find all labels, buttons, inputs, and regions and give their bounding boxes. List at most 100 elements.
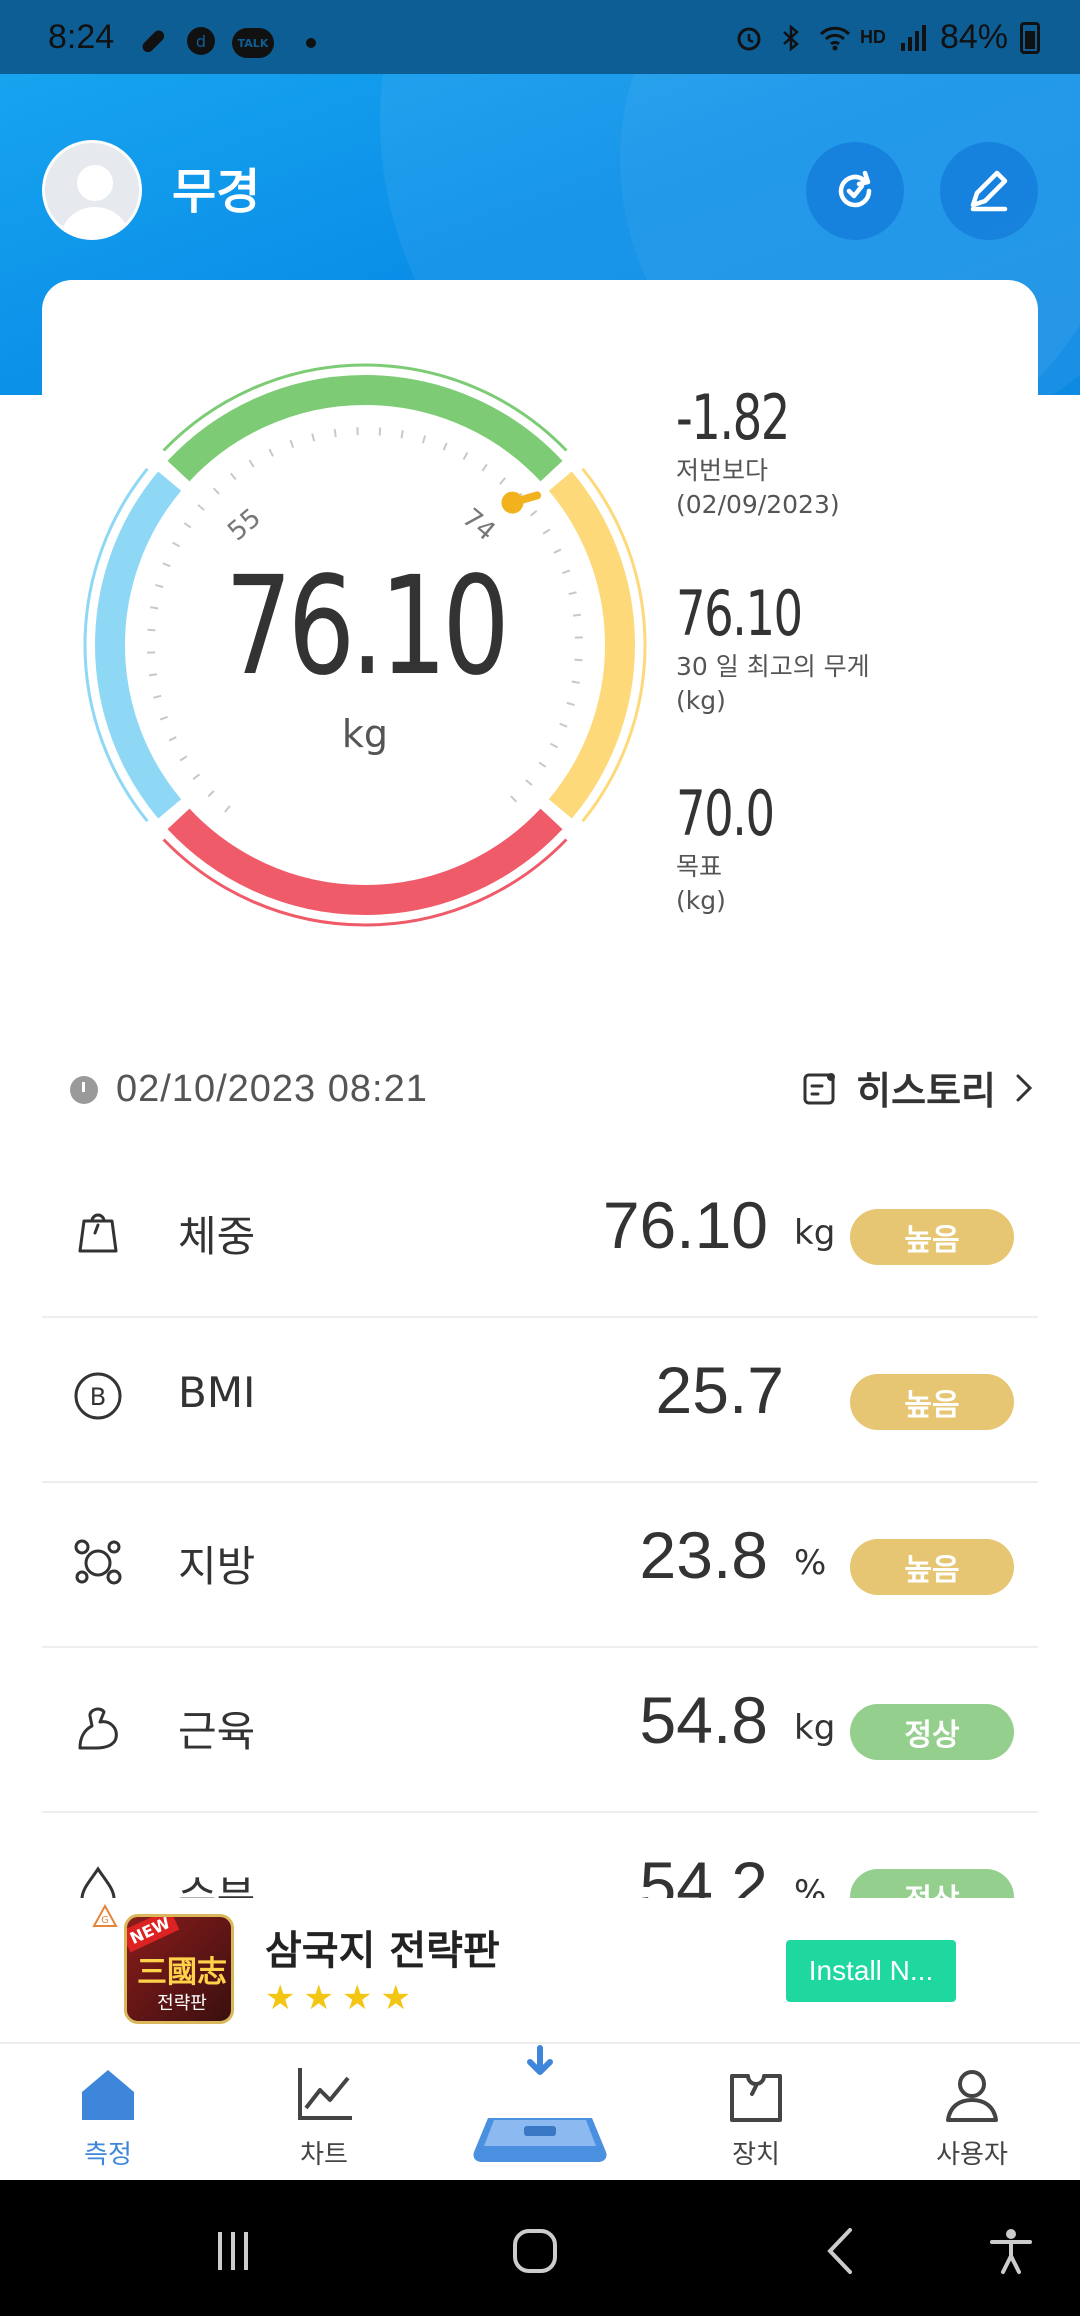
gauge-tick	[192, 773, 201, 781]
battery-percent: 84%	[939, 18, 1008, 56]
metric-label: 지방	[178, 1542, 256, 1591]
gauge-tick	[153, 694, 162, 699]
avatar[interactable]	[42, 140, 142, 240]
scale-measure-button[interactable]	[466, 2044, 614, 2174]
muscle-icon	[78, 1707, 118, 1750]
gauge-zone-under	[95, 471, 182, 819]
gauge-tick	[183, 522, 192, 529]
max-weight-label: 30 일 최고의 무게	[676, 652, 870, 681]
nav-chart[interactable]: 차트	[244, 2062, 404, 2171]
gauge-tick	[529, 509, 538, 517]
gauge-zone-over	[548, 471, 635, 819]
metric-value: 54.8	[639, 1683, 768, 1757]
metric-row-weight[interactable]: 체중 76.10 kg 높음	[42, 1153, 1038, 1318]
goal-label: 목표	[676, 852, 723, 881]
goal-value: 70.0	[676, 777, 775, 850]
gauge-tick	[212, 487, 220, 495]
gauge-tick	[268, 448, 274, 457]
gauge-tick	[224, 805, 231, 813]
ad-logo-subtext: 전략판	[157, 1993, 207, 2014]
history-link[interactable]: 히스토리	[800, 1060, 1038, 1115]
back-button[interactable]	[806, 2216, 876, 2286]
goal-unit: (kg)	[676, 886, 726, 915]
status-notification-icons: d TALK	[136, 24, 316, 62]
svg-text:G: G	[101, 1915, 109, 1926]
gauge-tick	[442, 442, 448, 451]
recent-apps-icon	[218, 2232, 248, 2270]
gauge-tick	[542, 528, 551, 535]
clock-icon	[70, 1075, 98, 1104]
gauge-tick	[559, 722, 568, 728]
metric-label: 수분	[178, 1872, 256, 1898]
gauge-tick	[378, 427, 382, 436]
metric-row-bmi[interactable]: B BMI 25.7 높음	[42, 1318, 1038, 1483]
gauge-tick	[229, 472, 237, 481]
gauge-tick	[197, 504, 205, 511]
status-bar: 8:24 d TALK HD 84%	[0, 0, 1080, 74]
nav-label: 사용자	[936, 2140, 1008, 2170]
metric-unit: %	[794, 1873, 827, 1898]
gauge-tick	[561, 569, 571, 575]
status-badge: 높음	[850, 1539, 1014, 1595]
metric-unit: kg	[794, 1708, 836, 1748]
change-label: 저번보다	[676, 456, 769, 485]
nav-label: 차트	[300, 2140, 348, 2170]
gauge-zone-obese	[167, 808, 563, 915]
home-circle-icon	[513, 2229, 557, 2273]
accessibility-button[interactable]	[976, 2216, 1046, 2286]
nav-user[interactable]: 사용자	[892, 2062, 1052, 2171]
ad-rating-stars: ★★★★	[265, 1978, 419, 2018]
gauge-tick	[150, 606, 159, 610]
chart-icon	[298, 2068, 352, 2120]
edit-button[interactable]	[940, 142, 1038, 240]
ad-banner[interactable]: G NEW 三國志 전략판 삼국지 전략판 ★★★★ Install N...	[0, 1898, 1080, 2042]
change-value: -1.82	[676, 381, 790, 454]
home-button[interactable]	[500, 2216, 570, 2286]
gauge-tick	[168, 736, 177, 742]
signal-icon	[898, 23, 928, 53]
gauge-tick	[572, 613, 582, 617]
metric-row-muscle[interactable]: 근육 54.8 kg 정상	[42, 1648, 1038, 1813]
talk-icon: TALK	[232, 28, 274, 58]
bluetooth-icon	[776, 23, 806, 53]
nav-measure[interactable]: 측정	[28, 2062, 188, 2171]
ad-title[interactable]: 삼국지 전략판	[265, 1918, 500, 1976]
alarm-icon	[734, 23, 764, 53]
ad-app-logo[interactable]: NEW 三國志 전략판	[124, 1914, 234, 2024]
wifi-icon	[818, 23, 850, 53]
gauge-zone-normal	[167, 375, 563, 482]
sync-button[interactable]	[806, 142, 904, 240]
metric-row-fat[interactable]: 지방 23.8 % 높음	[42, 1483, 1038, 1648]
max-weight-30d: 76.10 30 일 최고의 무게 (kg)	[676, 578, 870, 718]
metric-row-water[interactable]: 수분 54.2 % 정상	[42, 1813, 1038, 1898]
arrow-down-icon	[527, 2045, 553, 2075]
ad-install-button[interactable]: Install N...	[786, 1940, 956, 2002]
ad-choices-icon[interactable]: G	[92, 1903, 118, 1934]
status-system-icons: HD 84%	[734, 18, 1040, 57]
gauge-tick	[525, 779, 533, 786]
svg-text:B: B	[90, 1383, 106, 1411]
metric-unit: %	[794, 1543, 827, 1583]
nav-device[interactable]: 장치	[676, 2062, 836, 2171]
max-weight-unit: (kg)	[676, 686, 726, 715]
water-icon	[80, 1866, 116, 1898]
user-icon	[946, 2070, 998, 2122]
gauge-tick	[510, 795, 518, 803]
gauge-tick	[462, 452, 469, 461]
change-since-last: -1.82 저번보다 (02/09/2023)	[676, 382, 840, 522]
gauge-tick	[421, 435, 427, 444]
gauge-tick	[159, 715, 169, 721]
gauge-tick	[549, 742, 558, 749]
gauge-tick	[553, 548, 562, 554]
gauge-tick	[333, 428, 337, 438]
recent-apps-button[interactable]	[198, 2216, 268, 2286]
chevron-right-icon	[1016, 1074, 1033, 1101]
gauge-tick	[155, 583, 164, 589]
metric-label: 체중	[178, 1212, 256, 1261]
more-notifications-icon	[306, 38, 316, 48]
measurement-time: 02/10/2023 08:21	[70, 1068, 428, 1111]
app-icon: d	[184, 24, 218, 62]
gauge-tick	[172, 541, 181, 548]
hd-voice-icon: HD	[859, 27, 886, 47]
scale-weight-icon	[78, 1213, 118, 1253]
